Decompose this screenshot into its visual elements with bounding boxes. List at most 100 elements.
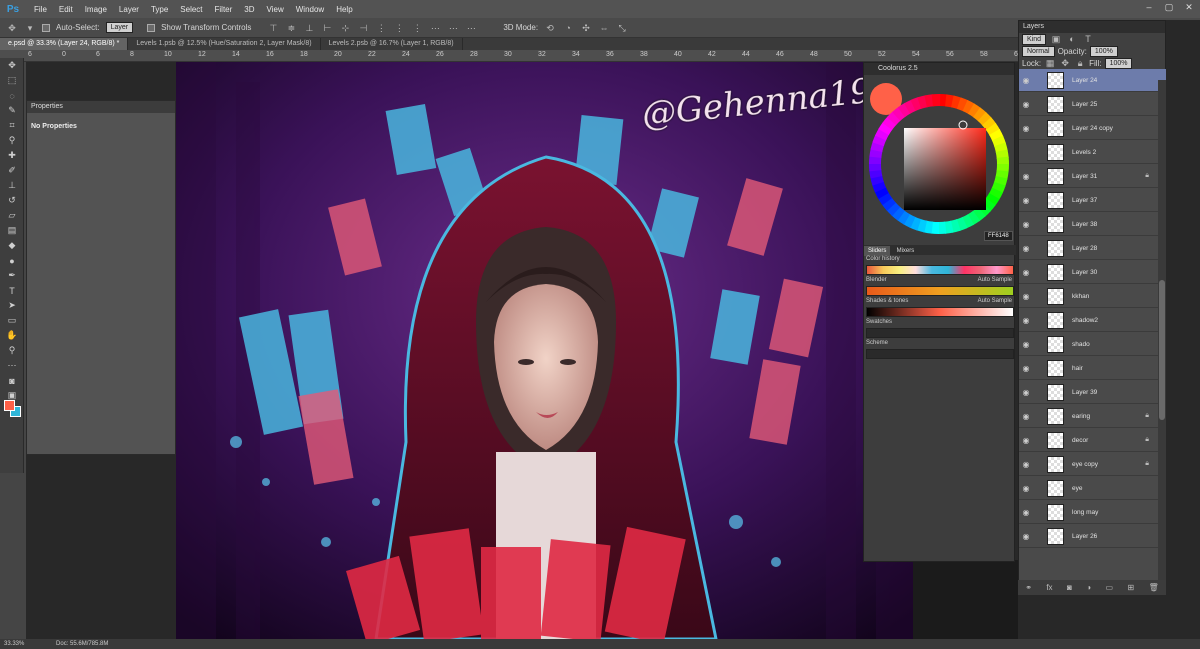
filter-type-icon[interactable]: T (1082, 34, 1094, 44)
shape-icon[interactable]: ▭ (0, 313, 24, 328)
shades-auto-sample[interactable]: Auto Sample (978, 297, 1012, 306)
fill-input[interactable]: 100% (1104, 57, 1133, 69)
layer-row[interactable]: ◉ hair (1019, 357, 1167, 380)
layer-row[interactable]: ◉ long may (1019, 501, 1167, 524)
align-left-icon[interactable]: ⊢ (321, 23, 333, 33)
distribute-middle-icon[interactable]: ⋮ (393, 23, 405, 33)
zoom-icon[interactable]: ⚲ (0, 343, 24, 358)
eraser-icon[interactable]: ▱ (0, 208, 24, 223)
visibility-eye-icon[interactable]: ◉ (1019, 436, 1033, 445)
gradient-icon[interactable]: ▤ (0, 223, 24, 238)
align-center-icon[interactable]: ⊹ (339, 23, 351, 33)
distribute-center-icon[interactable]: ⋯ (447, 23, 459, 33)
visibility-eye-icon[interactable]: ◉ (1019, 532, 1033, 541)
menu-filter[interactable]: Filter (209, 5, 239, 14)
zoom-level[interactable]: 33.33% (4, 641, 24, 647)
3d-drag-icon[interactable]: ✣ (580, 23, 592, 33)
lasso-icon[interactable]: ◌ (0, 88, 24, 103)
filter-pixel-icon[interactable]: ▣ (1050, 34, 1062, 44)
menu-view[interactable]: View (261, 5, 290, 14)
quick-select-icon[interactable]: ✎ (0, 103, 24, 118)
layer-row[interactable]: ◉ Layer 25 (1019, 93, 1167, 116)
layer-row[interactable]: ◉ shadow2 (1019, 309, 1167, 332)
visibility-eye-icon[interactable]: ◉ (1019, 412, 1033, 421)
layer-row[interactable]: ◉ Layer 39 (1019, 381, 1167, 404)
kind-filter-dropdown[interactable]: Kind (1022, 33, 1047, 45)
quick-mask-icon[interactable]: ◙ (0, 373, 24, 388)
trash-icon[interactable]: 🗑︎ (1149, 583, 1159, 592)
layer-row[interactable]: ◉ Layer 37 (1019, 189, 1167, 212)
visibility-eye-icon[interactable]: ◉ (1019, 460, 1033, 469)
layer-row[interactable]: ◉ Layer 24 copy (1019, 117, 1167, 140)
layer-row[interactable]: ◉ Layer 38 (1019, 213, 1167, 236)
lock-pixels-icon[interactable]: ▦ (1044, 58, 1056, 68)
visibility-eye-icon[interactable]: ◉ (1019, 268, 1033, 277)
menu-image[interactable]: Image (79, 5, 113, 14)
foreground-color-swatch[interactable] (4, 400, 15, 411)
hex-value[interactable]: FF6148 (984, 231, 1013, 241)
scheme-strip[interactable] (866, 349, 1014, 359)
layer-row[interactable]: ◉ decor 🔒︎ (1019, 429, 1167, 452)
document-canvas[interactable] (176, 62, 913, 639)
history-brush-icon[interactable]: ↺ (0, 193, 24, 208)
visibility-eye-icon[interactable]: ◉ (1019, 172, 1033, 181)
visibility-eye-icon[interactable]: ◉ (1019, 76, 1033, 85)
align-top-icon[interactable]: ⊤ (267, 23, 279, 33)
menu-window[interactable]: Window (290, 5, 330, 14)
visibility-eye-icon[interactable]: ◉ (1019, 220, 1033, 229)
blender-strip[interactable] (866, 286, 1014, 296)
swatches-strip[interactable] (866, 328, 1014, 338)
3d-scale-icon[interactable]: ⤡ (616, 23, 628, 33)
menu-select[interactable]: Select (174, 5, 208, 14)
path-select-icon[interactable]: ➤ (0, 298, 24, 313)
stamp-icon[interactable]: ⊥ (0, 178, 24, 193)
adjustment-icon[interactable]: ◑ (1086, 583, 1091, 592)
shades-strip[interactable] (866, 307, 1014, 317)
align-bottom-icon[interactable]: ⊥ (303, 23, 315, 33)
tab-document-2[interactable]: Levels 1.psb @ 12.5% (Hue/Saturation 2, … (128, 38, 321, 50)
new-layer-icon[interactable]: ⊞ (1128, 583, 1135, 592)
fx-icon[interactable]: fx (1046, 583, 1052, 592)
layer-row[interactable]: ◉ Layer 26 (1019, 525, 1167, 548)
layer-row[interactable]: ◉ eye (1019, 477, 1167, 500)
layer-row[interactable]: ◉ Layer 31 🔒︎ (1019, 165, 1167, 188)
menu-layer[interactable]: Layer (113, 5, 145, 14)
crop-icon[interactable]: ⌗ (0, 118, 24, 133)
lock-all-icon[interactable]: 🔒︎ (1074, 58, 1086, 68)
visibility-eye-icon[interactable]: ◉ (1019, 316, 1033, 325)
auto-select-checkbox[interactable] (42, 23, 50, 32)
link-icon[interactable]: ⚭ (1025, 583, 1032, 592)
tab-document-1[interactable]: e.psd @ 33.3% (Layer 24, RGB/8) * (0, 38, 129, 50)
lock-position-icon[interactable]: ✥ (1059, 58, 1071, 68)
healing-icon[interactable]: ✚ (0, 148, 24, 163)
visibility-eye-icon[interactable]: ◉ (1019, 292, 1033, 301)
layer-row[interactable]: ◉ eye copy 🔒︎ (1019, 453, 1167, 476)
blend-mode-dropdown[interactable]: Normal (1022, 45, 1055, 57)
visibility-eye-icon[interactable]: ◉ (1019, 364, 1033, 373)
scrollbar-thumb[interactable] (1159, 280, 1165, 420)
3d-rotate-icon[interactable]: ⟲ (544, 23, 556, 33)
align-middle-icon[interactable]: ≑ (285, 23, 297, 33)
3d-roll-icon[interactable]: ◔ (562, 23, 574, 33)
move-tool-icon[interactable]: ✥ (6, 23, 18, 33)
layer-row[interactable]: Levels 2 (1019, 141, 1167, 164)
minimize-icon[interactable]: – (1142, 2, 1156, 14)
dodge-icon[interactable]: ● (0, 253, 24, 268)
color-wheel[interactable] (868, 93, 1010, 235)
blur-icon[interactable]: ◆ (0, 238, 24, 253)
marquee-icon[interactable]: ⬚ (0, 73, 24, 88)
visibility-eye-icon[interactable]: ◉ (1019, 508, 1033, 517)
eyedropper-icon[interactable]: ⚲ (0, 133, 24, 148)
transform-controls-checkbox[interactable] (147, 23, 156, 32)
mask-icon[interactable]: ◙ (1067, 583, 1072, 592)
tab-document-3[interactable]: Levels 2.psb @ 16.7% (Layer 1, RGB/8) (321, 38, 463, 50)
align-right-icon[interactable]: ⊣ (357, 23, 369, 33)
layers-scrollbar[interactable] (1158, 80, 1166, 580)
visibility-eye-icon[interactable]: ◉ (1019, 124, 1033, 133)
layer-row[interactable]: ◉ kkhan (1019, 285, 1167, 308)
auto-select-dropdown[interactable]: Layer (105, 22, 134, 33)
menu-3d[interactable]: 3D (238, 5, 260, 14)
pen-icon[interactable]: ✒ (0, 268, 24, 283)
chevron-down-icon[interactable]: ▾ (24, 23, 36, 33)
color-history-strip[interactable] (866, 265, 1014, 275)
